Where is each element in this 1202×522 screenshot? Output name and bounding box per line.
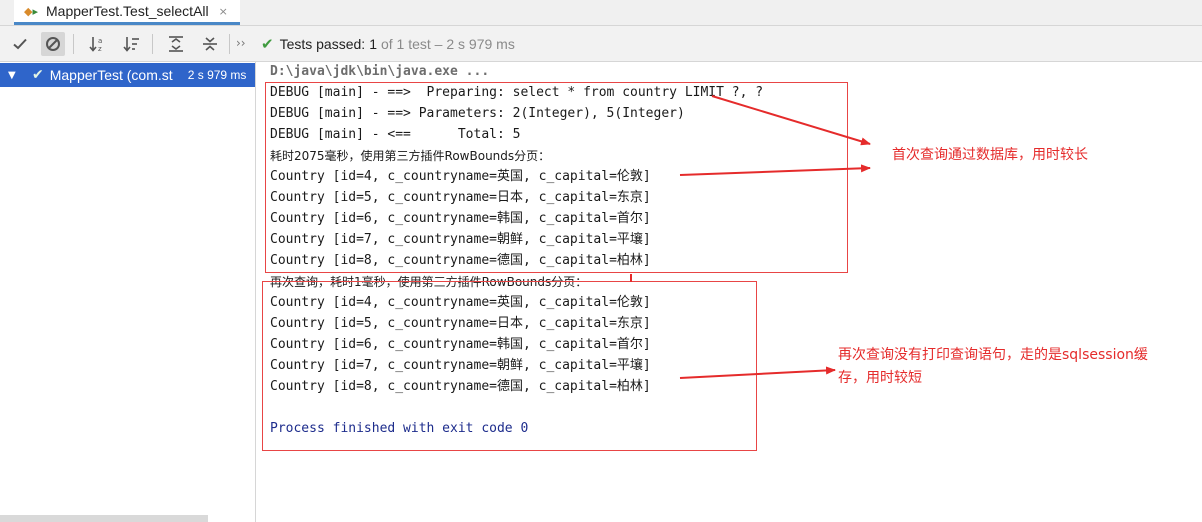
annotation-second-query-line1: 再次查询没有打印查询语句，走的是sqlsession缓 <box>838 347 1148 363</box>
annotation-arrow-result <box>679 164 871 176</box>
annotation-arrow-preparing <box>711 95 871 146</box>
annotation-arrows <box>630 95 871 379</box>
annotation-second-query-line2: 存，用时较短 <box>838 370 922 386</box>
annotation-arrow-cached <box>679 366 836 379</box>
annotation-first-query: 首次查询通过数据库，用时较长 <box>892 147 1088 163</box>
